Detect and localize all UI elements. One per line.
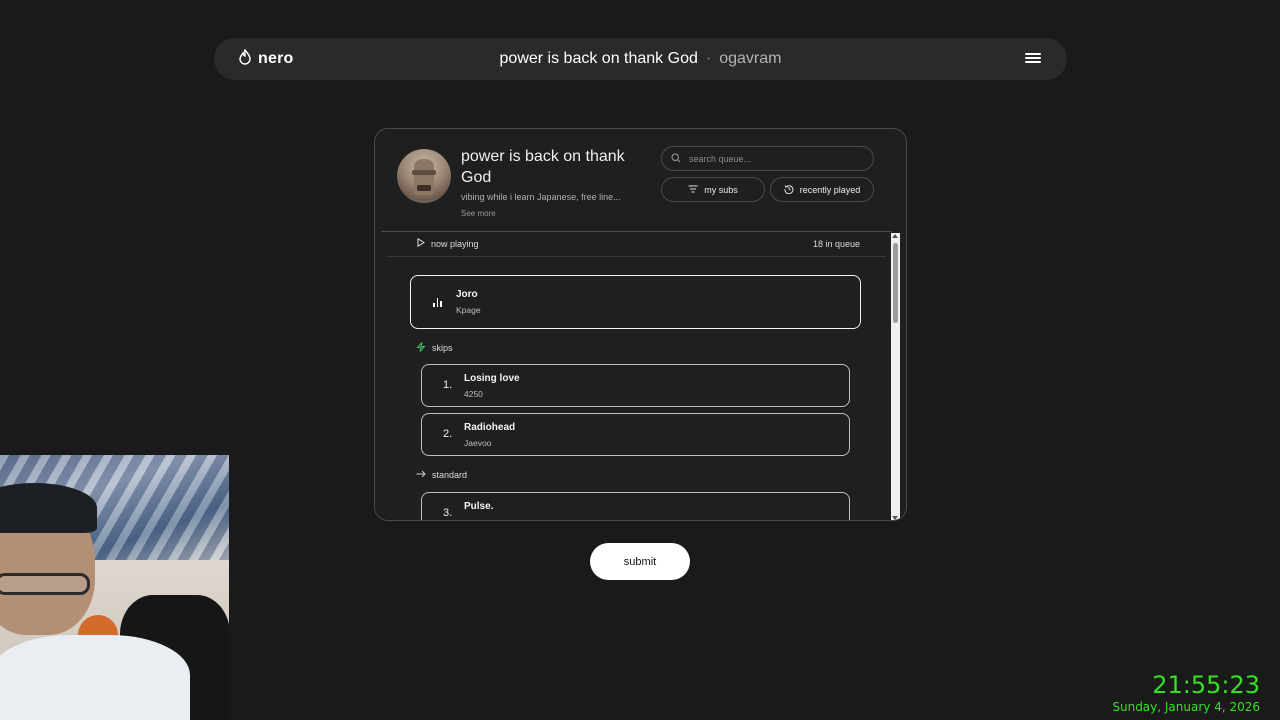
recently-played-label: recently played — [799, 184, 861, 195]
queue-item[interactable]: 2. Radiohead Jaevoo — [421, 413, 850, 456]
nav-username[interactable]: ogavram — [719, 50, 781, 68]
submit-button[interactable]: submit — [590, 543, 690, 580]
filter-icon — [688, 185, 698, 195]
recently-played-button[interactable]: recently played — [770, 177, 874, 202]
queue-item-artist: 4250 — [464, 389, 483, 399]
scrollbar-thumb[interactable] — [893, 243, 898, 323]
scroll-up-icon[interactable] — [892, 234, 898, 238]
queue-item-number: 3. — [443, 507, 453, 519]
now-playing-artist: Kpage — [456, 305, 481, 315]
my-subs-button[interactable]: my subs — [661, 177, 765, 202]
skips-section-label: skips — [416, 342, 453, 354]
hamburger-menu-icon[interactable] — [1025, 51, 1041, 67]
lightning-icon — [416, 342, 426, 354]
divider — [381, 231, 892, 232]
queue-item-number: 1. — [443, 379, 453, 391]
clock-time: 21:55:23 — [1152, 671, 1260, 699]
nav-room-title: power is back on thank God — [499, 50, 698, 67]
queue-item-number: 2. — [443, 428, 453, 440]
queue-item[interactable]: 3. Pulse. — [421, 492, 850, 520]
room-title: power is back on thank God — [461, 148, 625, 186]
room-avatar — [397, 149, 451, 203]
search-input[interactable] — [689, 153, 859, 164]
now-playing-card[interactable]: Joro Kpage — [410, 275, 861, 329]
queue-item-title: Pulse. — [464, 501, 494, 512]
queue-item-title: Losing love — [464, 373, 520, 384]
room-description: vibing while i learn Japanese, free line… — [461, 192, 621, 202]
queue-item[interactable]: 1. Losing love 4250 — [421, 364, 850, 407]
nav-separator: · — [705, 50, 712, 67]
see-more-link[interactable]: See more — [461, 209, 496, 218]
equalizer-icon — [433, 297, 442, 307]
top-navbar: nero power is back on thank God · ogavra… — [214, 38, 1067, 80]
queue-item-title: Radiohead — [464, 422, 516, 433]
queue-item-artist: Jaevoo — [464, 438, 492, 448]
search-icon — [671, 150, 681, 168]
queue-scrollbar[interactable] — [891, 233, 900, 520]
scroll-down-icon[interactable] — [892, 516, 898, 520]
queue-card: power is back on thank God vibing while … — [374, 128, 907, 521]
my-subs-label: my subs — [704, 184, 738, 195]
now-playing-label: now playing — [431, 238, 479, 249]
history-icon — [784, 184, 794, 196]
webcam-overlay — [0, 455, 229, 720]
nav-title: power is back on thank God · ogavram — [214, 50, 1067, 68]
queue-header: now playing 18 in queue — [417, 237, 860, 249]
now-playing-title: Joro — [456, 289, 478, 300]
divider — [387, 256, 886, 257]
standard-section-label: standard — [416, 470, 467, 480]
search-queue[interactable] — [661, 146, 874, 171]
arrow-right-icon — [416, 470, 426, 480]
clock-date: Sunday, January 4, 2026 — [1112, 700, 1260, 714]
clock-overlay: 21:55:23 Sunday, January 4, 2026 — [1112, 671, 1260, 714]
queue-count: 18 in queue — [812, 238, 860, 249]
play-icon — [417, 237, 425, 249]
